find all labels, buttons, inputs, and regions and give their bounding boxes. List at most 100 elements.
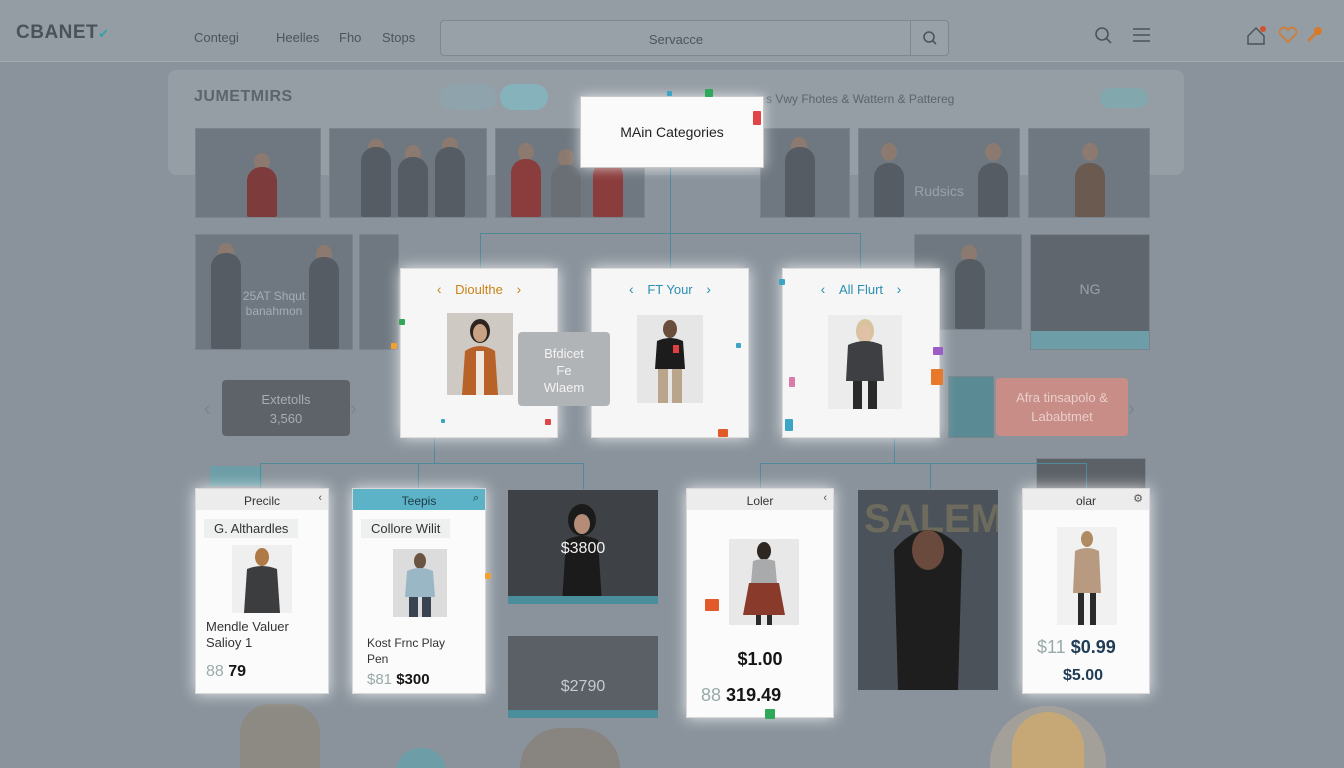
product-subtitle: G. Althardles (204, 519, 299, 538)
product-image[interactable] (828, 315, 902, 409)
nav-link-3[interactable]: Stops (382, 30, 415, 45)
menu-icon[interactable] (1132, 26, 1152, 44)
category-label: FT Your (647, 282, 693, 297)
photo-tile[interactable]: NG (1030, 234, 1150, 350)
photo-tile[interactable] (948, 376, 994, 438)
category-label: Dioulthe (455, 282, 503, 297)
brand-logo[interactable]: CBANET✔ (16, 22, 110, 44)
connector-line (434, 438, 435, 464)
promo-card[interactable]: Afra tinsapolo & Lababtmet (996, 378, 1128, 436)
chevron-right-icon[interactable]: › (897, 281, 902, 297)
model-figure (244, 548, 280, 613)
product-image[interactable] (637, 315, 703, 403)
product-card-title: olar (1075, 494, 1096, 508)
chevron-left-icon[interactable]: ‹ (823, 492, 827, 504)
photo-tile[interactable] (195, 128, 321, 218)
product-price: $11 $0.99 (1037, 637, 1116, 657)
photo-tile[interactable] (760, 128, 850, 218)
photo-tile[interactable] (329, 128, 487, 218)
chevron-left-icon[interactable]: ‹ (437, 281, 442, 297)
product-card-3[interactable]: olar ⚙ $11 $0.99 $5.00 (1022, 488, 1150, 694)
view-toggle[interactable] (1100, 88, 1148, 108)
top-navigation-bar: CBANET✔ Contegi Heelles Fho Stops Servac… (0, 0, 1344, 62)
photo-tile[interactable] (1028, 128, 1150, 218)
photo-tile[interactable]: 25AT Shqut banahmon (195, 234, 353, 350)
nav-link-1[interactable]: Heelles (276, 30, 319, 45)
connector-line (1086, 463, 1087, 489)
photo-tile[interactable] (359, 234, 399, 350)
section-title: JUMETMIRS (194, 88, 293, 105)
model-figure (405, 553, 435, 617)
product-card-header: Loler ‹ (687, 489, 833, 510)
product-image[interactable] (729, 539, 799, 625)
product-subtitle: Collore Wilit (361, 519, 451, 538)
search-bar[interactable]: Servacce (440, 20, 949, 56)
stat-card-value: 3,560 (269, 411, 303, 426)
product-card-1[interactable]: Teepis ⌕ Collore Wilit Kost Frnc Play Pe… (352, 488, 491, 694)
connector-line (670, 233, 671, 269)
background-photo (520, 728, 620, 768)
model-figure (655, 320, 685, 403)
product-card-header: Teepis ⌕ (353, 489, 485, 510)
product-image[interactable] (1057, 527, 1117, 625)
filter-pill-active[interactable] (500, 84, 548, 110)
main-categories-node[interactable]: MAin Categories (580, 89, 764, 168)
tab-strip[interactable] (210, 466, 262, 486)
product-card-header: olar ⚙ (1023, 489, 1149, 510)
category-card-1[interactable]: ‹ FT Your › (591, 268, 749, 438)
chevron-right-icon[interactable]: › (1128, 398, 1135, 421)
stat-card[interactable]: Extetolls 3,560 (222, 380, 350, 436)
category-card-2[interactable]: ‹ All Flurt › (779, 268, 943, 438)
nav-link-0[interactable]: Contegi (194, 30, 239, 45)
tile-caption: 25AT Shqut banahmon (242, 289, 306, 318)
product-image[interactable] (447, 313, 513, 395)
search-button[interactable] (910, 21, 948, 55)
connector-line (760, 463, 1086, 464)
promo-card-title: Afra tinsapolo & (1016, 390, 1108, 405)
heart-icon[interactable] (1278, 26, 1298, 44)
product-card-2[interactable]: Loler ‹ $1.00 88 319.49 (686, 488, 834, 719)
settings-icon[interactable]: ⚙ (1133, 492, 1143, 505)
chevron-left-icon[interactable]: ‹ (318, 492, 322, 504)
stat-card-title: Extetolls (261, 392, 311, 407)
promo-card-subtitle: Lababtmet (1031, 409, 1093, 424)
photo-price: $2790 (560, 678, 606, 695)
chevron-right-icon[interactable]: › (350, 398, 357, 421)
chevron-right-icon[interactable]: › (516, 281, 521, 297)
product-description: Kost Frnc Play Pen (367, 636, 446, 666)
chevron-left-icon[interactable]: ‹ (204, 398, 211, 421)
product-card-0[interactable]: Precilc ‹ G. Althardles Mendle Valuer Sa… (195, 488, 329, 694)
featured-photo-card[interactable]: SALEM (858, 490, 998, 690)
background-photo (240, 704, 320, 768)
featured-photo-card[interactable]: $2790 (508, 636, 658, 718)
connector-line (930, 463, 931, 489)
product-image[interactable] (393, 549, 447, 617)
connector-line (760, 463, 761, 489)
chevron-left-icon[interactable]: ‹ (629, 281, 634, 297)
featured-photo-card[interactable]: $3800 (508, 490, 658, 604)
filter-pill[interactable] (440, 84, 496, 110)
search-icon[interactable] (1092, 24, 1114, 46)
model-figure: SALEM (864, 497, 998, 690)
main-categories-label: MAin Categories (620, 124, 724, 140)
product-description: Mendle Valuer Salioy 1 (206, 619, 289, 650)
search-input[interactable]: Servacce (441, 32, 911, 47)
photo-tile[interactable]: Rudsics (858, 128, 1020, 218)
home-icon[interactable] (1245, 25, 1267, 47)
nav-link-2[interactable]: Fho (339, 30, 361, 45)
category-label: All Flurt (838, 282, 884, 297)
product-image[interactable] (232, 545, 292, 613)
check-icon: ✔ (98, 26, 110, 41)
connector-line (480, 233, 481, 269)
tooltip-line: Fe (556, 363, 572, 378)
connector-line (260, 463, 261, 489)
product-price-alt: 88 319.49 (701, 685, 782, 705)
key-icon[interactable] (1305, 25, 1325, 45)
connector-line (583, 463, 584, 489)
product-price: $81 $300 (367, 671, 430, 688)
product-price: 88 79 (206, 663, 247, 680)
chevron-right-icon[interactable]: › (706, 281, 711, 297)
connector-line (260, 463, 583, 464)
chevron-left-icon[interactable]: ‹ (821, 281, 826, 297)
search-icon[interactable]: ⌕ (473, 492, 479, 505)
